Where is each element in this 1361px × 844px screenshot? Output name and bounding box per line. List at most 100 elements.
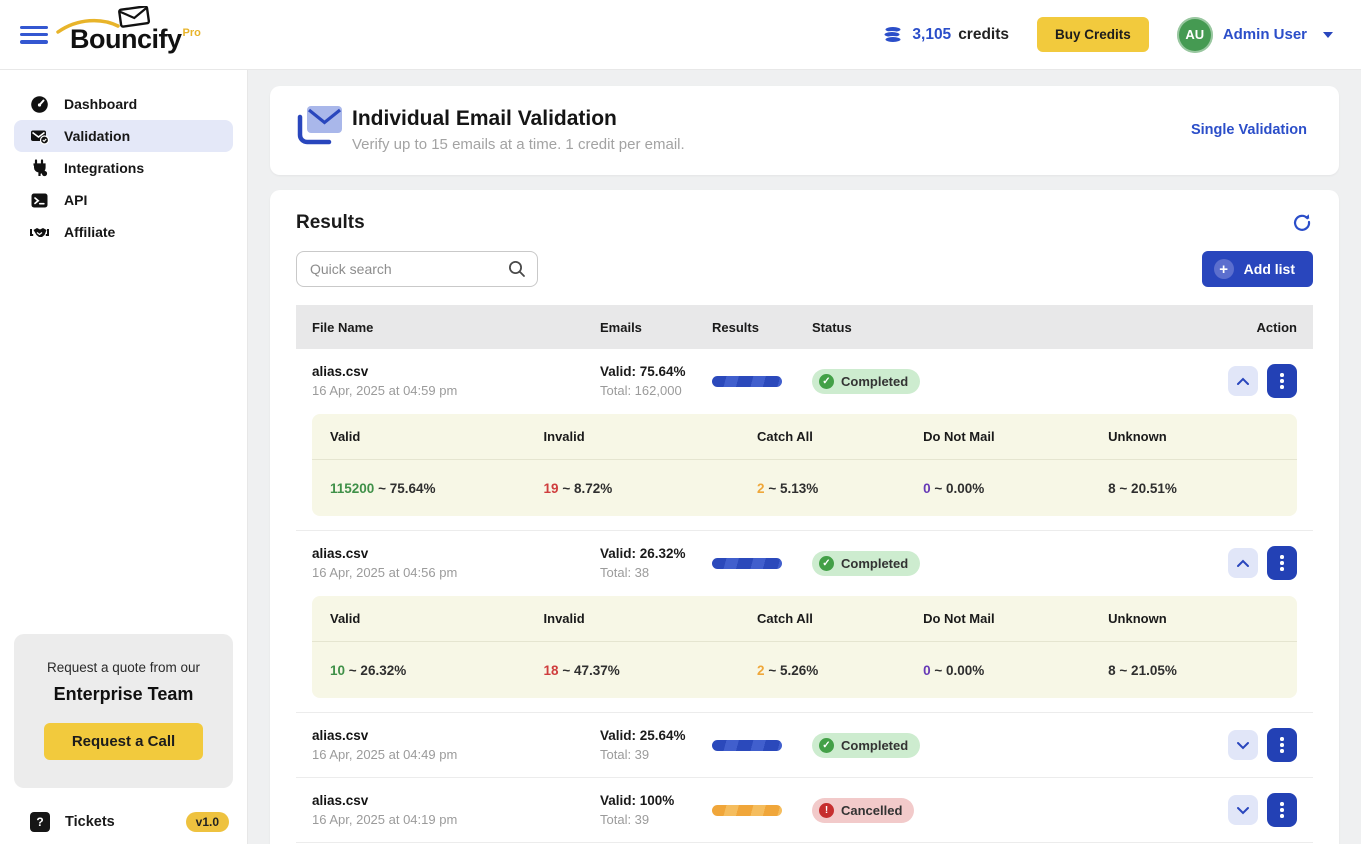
detail-catch-all-value: 2 ~ 5.13% xyxy=(757,481,923,496)
add-list-button[interactable]: + Add list xyxy=(1202,251,1313,287)
row-menu-button[interactable] xyxy=(1267,728,1297,762)
valid-percent: Valid: 100% xyxy=(600,793,712,808)
sidebar-item-label: Dashboard xyxy=(64,96,137,112)
status-icon xyxy=(819,374,834,389)
detail-invalid-value: 18 ~ 47.37% xyxy=(544,663,758,678)
column-status: Status xyxy=(812,320,1201,335)
status-label: Completed xyxy=(841,738,908,753)
detail-col-invalid: Invalid xyxy=(544,611,758,626)
total-count: Total: 38 xyxy=(600,565,712,580)
chevron-down-icon xyxy=(1323,32,1333,38)
logo-text: Bouncify xyxy=(70,24,182,54)
sidebar-item-api[interactable]: API xyxy=(14,184,233,216)
sidebar-item-label: Validation xyxy=(64,128,130,144)
column-action: Action xyxy=(1201,320,1297,335)
progress-bar xyxy=(712,376,782,387)
buy-credits-button[interactable]: Buy Credits xyxy=(1037,17,1149,52)
detail-invalid-value: 19 ~ 8.72% xyxy=(544,481,758,496)
request-a-call-button[interactable]: Request a Call xyxy=(44,723,203,760)
detail-col-valid: Valid xyxy=(330,429,544,444)
kebab-icon xyxy=(1280,808,1284,812)
row-menu-button[interactable] xyxy=(1267,546,1297,580)
sidebar-item-label: Integrations xyxy=(64,160,144,176)
table-row: alias.csv 16 Apr, 2025 at 04:59 pm Valid… xyxy=(296,349,1313,413)
expand-row-button[interactable] xyxy=(1228,795,1258,825)
page-subtitle: Verify up to 15 emails at a time. 1 cred… xyxy=(352,136,685,153)
file-date: 16 Apr, 2025 at 04:56 pm xyxy=(312,565,600,580)
user-menu[interactable]: AU Admin User xyxy=(1177,17,1333,53)
table-row-group: alias.csv 16 Apr, 2025 at 04:59 pm Valid… xyxy=(296,349,1313,531)
row-menu-button[interactable] xyxy=(1267,793,1297,827)
search-input[interactable] xyxy=(296,251,538,287)
status-label: Completed xyxy=(841,556,908,571)
valid-percent: Valid: 25.64% xyxy=(600,728,712,743)
status-label: Completed xyxy=(841,374,908,389)
email-validation-icon xyxy=(292,101,350,158)
table-row-group: alias.csv 16 Apr, 2025 at 04:49 pm Valid… xyxy=(296,713,1313,778)
page-header-card: Individual Email Validation Verify up to… xyxy=(270,86,1339,175)
collapse-row-button[interactable] xyxy=(1228,548,1258,578)
table-row-group: alias.csv 16 Apr, 2025 at 04:19 pm Valid… xyxy=(296,778,1313,843)
status-icon xyxy=(819,738,834,753)
avatar: AU xyxy=(1177,17,1213,53)
sidebar-item-integrations[interactable]: Integrations xyxy=(14,152,233,184)
detail-do-not-mail-value: 0 ~ 0.00% xyxy=(923,481,1108,496)
credits-amount: 3,105 xyxy=(912,26,951,44)
total-count: Total: 162,000 xyxy=(600,383,712,398)
page-title: Individual Email Validation xyxy=(352,107,685,131)
sidebar-item-affiliate[interactable]: Affiliate xyxy=(14,216,233,248)
terminal-icon xyxy=(30,191,49,210)
progress-bar xyxy=(712,558,782,569)
table-row-group: alias.csv 16 Apr, 2025 at 04:56 pm Valid… xyxy=(296,531,1313,713)
tickets-label: Tickets xyxy=(65,814,115,830)
column-emails: Emails xyxy=(600,320,712,335)
detail-col-invalid: Invalid xyxy=(544,429,758,444)
status-badge: Completed xyxy=(812,369,920,394)
hamburger-menu-icon[interactable] xyxy=(20,25,48,45)
row-menu-button[interactable] xyxy=(1267,364,1297,398)
enterprise-text: Request a quote from our xyxy=(24,660,223,675)
credits-display: 3,105 credits xyxy=(883,24,1009,46)
detail-col-valid: Valid xyxy=(330,611,544,626)
detail-unknown-value: 8 ~ 21.05% xyxy=(1108,663,1279,678)
detail-col-unknown: Unknown xyxy=(1108,611,1279,626)
table-row: alias.csv 16 Apr, 2025 at 04:19 pm Valid… xyxy=(296,778,1313,842)
sidebar-item-dashboard[interactable]: Dashboard xyxy=(14,88,233,120)
tickets-link[interactable]: ? Tickets v1.0 xyxy=(0,802,247,832)
sidebar-item-label: API xyxy=(64,192,87,208)
status-badge: Completed xyxy=(812,733,920,758)
detail-valid-value: 10 ~ 26.32% xyxy=(330,663,544,678)
sidebar-item-label: Affiliate xyxy=(64,224,115,240)
single-validation-link[interactable]: Single Validation xyxy=(1191,122,1307,138)
status-icon xyxy=(819,556,834,571)
version-badge: v1.0 xyxy=(186,812,229,832)
collapse-row-button[interactable] xyxy=(1228,366,1258,396)
total-count: Total: 39 xyxy=(600,812,712,827)
file-name: alias.csv xyxy=(312,546,600,561)
status-label: Cancelled xyxy=(841,803,902,818)
progress-bar xyxy=(712,740,782,751)
detail-col-do-not-mail: Do Not Mail xyxy=(923,611,1108,626)
file-name: alias.csv xyxy=(312,793,600,808)
file-date: 16 Apr, 2025 at 04:59 pm xyxy=(312,383,600,398)
progress-bar xyxy=(712,805,782,816)
refresh-icon[interactable] xyxy=(1291,212,1313,234)
app-logo: BouncifyPro xyxy=(70,14,200,55)
file-date: 16 Apr, 2025 at 04:19 pm xyxy=(312,812,600,827)
detail-catch-all-value: 2 ~ 5.26% xyxy=(757,663,923,678)
expand-row-button[interactable] xyxy=(1228,730,1258,760)
file-date: 16 Apr, 2025 at 04:49 pm xyxy=(312,747,600,762)
detail-unknown-value: 8 ~ 20.51% xyxy=(1108,481,1279,496)
help-icon: ? xyxy=(30,812,50,832)
row-details: Valid Invalid Catch All Do Not Mail Unkn… xyxy=(312,414,1297,516)
top-bar: BouncifyPro 3,105 credits Buy Credits AU… xyxy=(0,0,1361,70)
file-name: alias.csv xyxy=(312,728,600,743)
file-name: alias.csv xyxy=(312,364,600,379)
table-row: alias.csv 16 Apr, 2025 at 04:49 pm Valid… xyxy=(296,713,1313,777)
detail-col-do-not-mail: Do Not Mail xyxy=(923,429,1108,444)
sidebar-item-validation[interactable]: Validation xyxy=(14,120,233,152)
row-details: Valid Invalid Catch All Do Not Mail Unkn… xyxy=(312,596,1297,698)
status-icon xyxy=(819,803,834,818)
column-file-name: File Name xyxy=(312,320,600,335)
enterprise-quote-card: Request a quote from our Enterprise Team… xyxy=(14,634,233,788)
